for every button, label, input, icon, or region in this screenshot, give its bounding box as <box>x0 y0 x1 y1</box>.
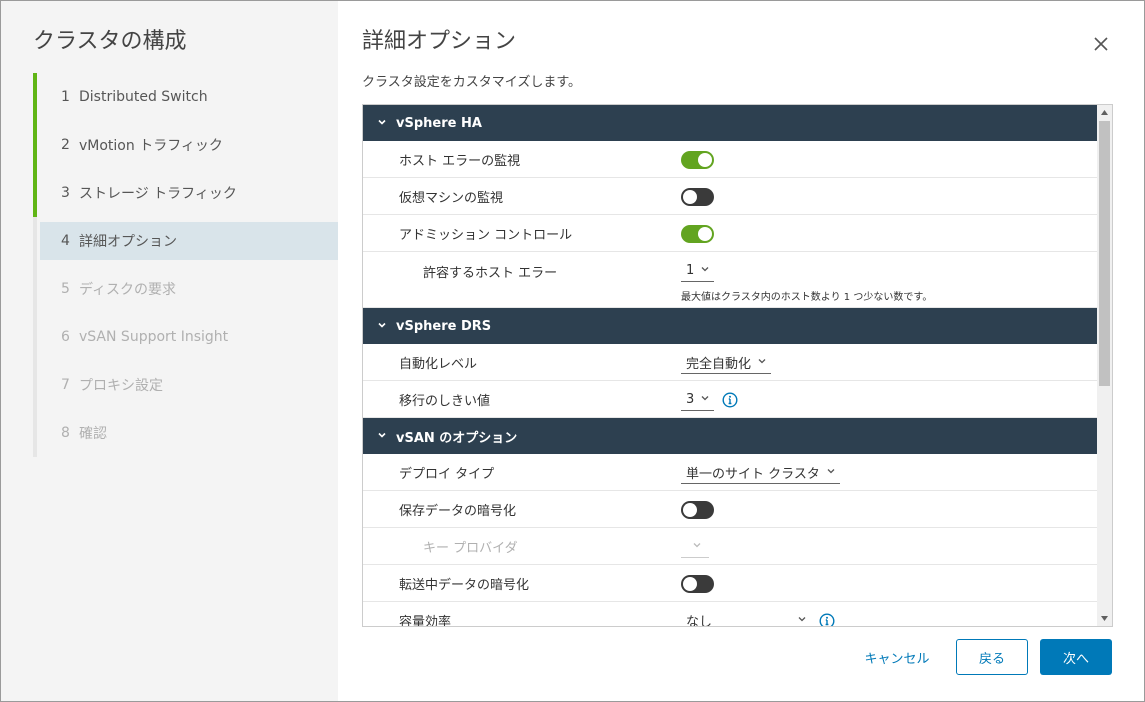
step-label: vSAN Support Insight <box>79 329 229 345</box>
wizard-sidebar: クラスタの構成 1 Distributed Switch 2 vMotion ト… <box>1 1 338 701</box>
option-row-deploy-type: デプロイ タイプ 単一のサイト クラスタ <box>363 454 1098 491</box>
migration-threshold-select[interactable]: 3 <box>681 389 715 411</box>
option-label: デプロイ タイプ <box>399 466 495 482</box>
chevron-down-icon <box>757 355 767 370</box>
chevron-down-icon <box>377 116 387 131</box>
step-number: 3 <box>61 185 70 201</box>
section-header-vsphere-ha[interactable]: vSphere HA <box>363 105 1098 141</box>
select-value: 1 <box>686 262 695 278</box>
option-row-vm-monitoring: 仮想マシンの監視 <box>363 178 1098 215</box>
back-button[interactable]: 戻る <box>956 639 1028 675</box>
step-label: プロキシ設定 <box>79 378 163 394</box>
deploy-type-select[interactable]: 単一のサイト クラスタ <box>681 462 840 484</box>
host-failures-select[interactable]: 1 <box>681 260 715 282</box>
wizard-dialog: クラスタの構成 1 Distributed Switch 2 vMotion ト… <box>0 0 1145 702</box>
section-header-vsan-options[interactable]: vSAN のオプション <box>363 418 1098 454</box>
step-proxy-settings: 7 プロキシ設定 <box>33 361 338 409</box>
info-icon[interactable] <box>722 391 738 408</box>
step-number: 2 <box>61 137 70 153</box>
scroll-up-arrow-icon[interactable] <box>1097 105 1112 120</box>
data-at-rest-encryption-toggle[interactable] <box>681 500 714 519</box>
section-title: vSphere HA <box>396 115 482 131</box>
option-label: 自動化レベル <box>399 356 478 372</box>
step-claim-disks: 5 ディスクの要求 <box>33 265 338 313</box>
wizard-title: クラスタの構成 <box>33 29 187 54</box>
wizard-content: 詳細オプション クラスタ設定をカスタマイズします。 vSphere HA ホスト… <box>338 1 1144 701</box>
select-value: 3 <box>686 391 695 407</box>
option-row-data-at-rest-encryption: 保存データの暗号化 <box>363 491 1098 528</box>
option-row-automation-level: 自動化レベル 完全自動化 <box>363 344 1098 381</box>
option-row-space-efficiency: 容量効率 なし <box>363 602 1098 627</box>
page-subtitle: クラスタ設定をカスタマイズします。 <box>362 75 582 90</box>
option-label: 保存データの暗号化 <box>399 503 517 519</box>
next-button[interactable]: 次へ <box>1040 639 1112 675</box>
automation-level-select[interactable]: 完全自動化 <box>681 352 772 374</box>
vertical-scrollbar[interactable] <box>1097 105 1112 626</box>
chevron-down-icon <box>826 465 836 480</box>
step-distributed-switch[interactable]: 1 Distributed Switch <box>33 73 338 121</box>
step-storage-traffic[interactable]: 3 ストレージ トラフィック <box>33 169 338 217</box>
option-label: 仮想マシンの監視 <box>399 190 504 206</box>
section-title: vSphere DRS <box>396 318 492 334</box>
select-value: 単一のサイト クラスタ <box>686 466 820 482</box>
page-title: 詳細オプション <box>362 29 517 54</box>
step-label: 確認 <box>79 426 107 442</box>
key-provider-select <box>681 536 709 558</box>
info-icon[interactable] <box>819 613 835 626</box>
step-number: 4 <box>61 233 70 249</box>
chevron-down-icon <box>377 429 387 444</box>
vm-monitoring-toggle[interactable] <box>681 187 714 206</box>
options-panel: vSphere HA ホスト エラーの監視 仮想マシンの監視 アドミッション コ… <box>362 104 1113 627</box>
chevron-down-icon <box>700 392 710 407</box>
option-label: アドミッション コントロール <box>399 227 573 243</box>
step-number: 8 <box>61 425 70 441</box>
step-number: 6 <box>61 329 70 345</box>
step-number: 7 <box>61 377 70 393</box>
step-label: 詳細オプション <box>79 234 177 250</box>
scroll-down-arrow-icon[interactable] <box>1097 611 1112 626</box>
admission-control-toggle[interactable] <box>681 224 714 243</box>
option-row-host-monitoring: ホスト エラーの監視 <box>363 141 1098 178</box>
option-row-admission-control: アドミッション コントロール <box>363 215 1098 252</box>
data-in-transit-encryption-toggle[interactable] <box>681 574 714 593</box>
host-monitoring-toggle[interactable] <box>681 150 714 169</box>
step-vsan-support-insight: 6 vSAN Support Insight <box>33 313 338 361</box>
close-button[interactable] <box>1090 33 1112 55</box>
step-label: ディスクの要求 <box>79 282 177 298</box>
section-title: vSAN のオプション <box>396 430 518 446</box>
chevron-down-icon <box>377 319 387 334</box>
select-value: なし <box>686 615 713 627</box>
option-label: 容量効率 <box>399 614 452 627</box>
cancel-button[interactable]: キャンセル <box>852 639 942 675</box>
wizard-steps: 1 Distributed Switch 2 vMotion トラフィック 3 … <box>33 73 338 457</box>
option-row-data-in-transit-encryption: 転送中データの暗号化 <box>363 565 1098 602</box>
step-review: 8 確認 <box>33 409 338 457</box>
chevron-down-icon <box>700 263 710 278</box>
option-label: 移行のしきい値 <box>399 393 491 409</box>
step-vmotion-traffic[interactable]: 2 vMotion トラフィック <box>33 121 338 169</box>
option-label: 許容するホスト エラー <box>423 266 558 281</box>
step-advanced-options[interactable]: 4 詳細オプション <box>33 217 338 265</box>
select-value: 完全自動化 <box>686 356 752 372</box>
option-label: ホスト エラーの監視 <box>399 153 521 169</box>
option-label: キー プロバイダ <box>423 540 518 556</box>
step-label: vMotion トラフィック <box>79 138 223 154</box>
space-efficiency-select[interactable]: なし <box>681 610 811 627</box>
section-header-vsphere-drs[interactable]: vSphere DRS <box>363 308 1098 344</box>
step-number: 1 <box>61 89 70 105</box>
step-label: ストレージ トラフィック <box>79 186 237 202</box>
step-number: 5 <box>61 281 70 297</box>
close-icon <box>1094 37 1108 51</box>
host-failures-hint: 最大値はクラスタ内のホスト数より 1 つ少ない数です。 <box>681 292 933 303</box>
scrollbar-thumb[interactable] <box>1099 121 1110 386</box>
option-row-host-failures: 許容するホスト エラー 1 最大値はクラスタ内のホスト数より 1 つ少ない数です… <box>363 252 1098 308</box>
chevron-down-icon <box>692 539 702 554</box>
chevron-down-icon <box>797 613 807 626</box>
options-scroll-content: vSphere HA ホスト エラーの監視 仮想マシンの監視 アドミッション コ… <box>363 105 1098 627</box>
option-row-key-provider: キー プロバイダ <box>363 528 1098 565</box>
option-label: 転送中データの暗号化 <box>399 577 530 593</box>
option-row-migration-threshold: 移行のしきい値 3 <box>363 381 1098 418</box>
step-label: Distributed Switch <box>79 89 208 105</box>
